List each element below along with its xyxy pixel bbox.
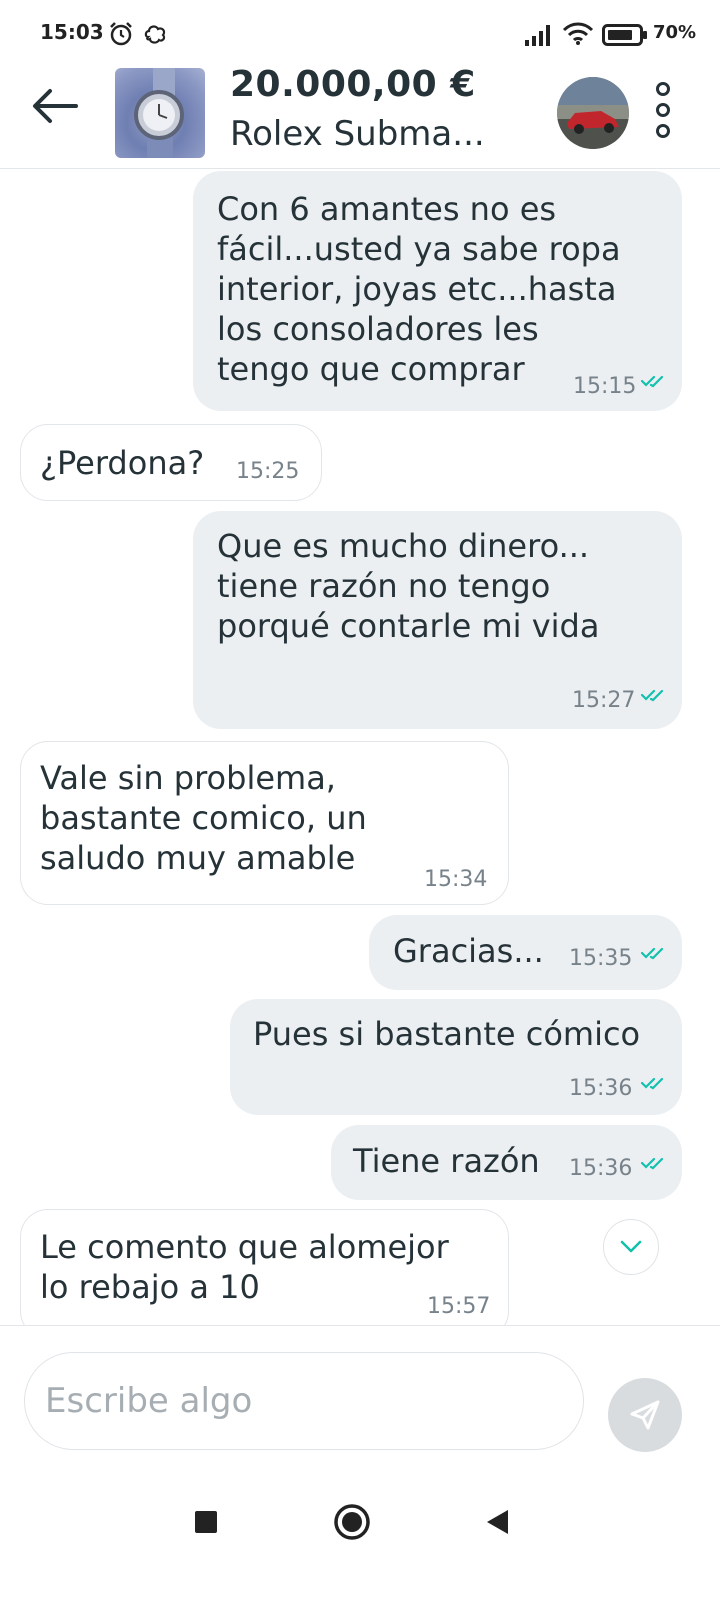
home-circle-icon[interactable] [333, 1503, 371, 1541]
message-text: Le comento que alomejor lo rebajo a 10 [40, 1228, 449, 1306]
message-text: Gracias... [393, 932, 544, 970]
sent-message[interactable]: Tiene razón 15:36 [331, 1125, 682, 1200]
back-triangle-icon[interactable] [484, 1508, 510, 1536]
scroll-to-bottom-button[interactable] [603, 1219, 659, 1275]
message-text: ¿Perdona? [40, 444, 205, 482]
status-time: 15:03 [40, 20, 104, 44]
alarm-clock-icon [110, 22, 132, 46]
message-time: 15:36 [569, 1156, 633, 1181]
message-list[interactable]: Con 6 amantes no es fácil...usted ya sab… [0, 169, 720, 1325]
more-vertical-icon[interactable] [650, 82, 676, 138]
battery-icon [602, 24, 647, 46]
message-time: 15:34 [424, 867, 488, 892]
composer [0, 1325, 720, 1476]
more-dot [656, 124, 670, 138]
chevron-down-icon [620, 1240, 642, 1253]
sent-message[interactable]: Gracias... 15:35 [369, 915, 682, 990]
sent-message[interactable]: Con 6 amantes no es fácil...usted ya sab… [193, 171, 682, 411]
message-time: 15:36 [569, 1076, 633, 1101]
sent-message[interactable]: Pues si bastante cómico 15:36 [230, 999, 682, 1115]
status-bar: 15:03 70% [0, 0, 720, 62]
message-input[interactable] [24, 1352, 584, 1450]
received-message[interactable]: Le comento que alomejor lo rebajo a 10 1… [20, 1209, 509, 1325]
avatar-car-image [557, 77, 629, 149]
battery-percentage: 70% [653, 22, 697, 43]
wifi-icon [562, 22, 594, 45]
user-avatar[interactable] [557, 77, 629, 149]
sent-message[interactable]: Que es mucho dinero... tiene razón no te… [193, 511, 682, 729]
message-time: 15:15 [573, 374, 637, 399]
received-message[interactable]: Vale sin problema, bastante comico, un s… [20, 741, 509, 905]
message-time: 15:25 [236, 459, 300, 484]
more-dot [656, 103, 670, 117]
message-text: Con 6 amantes no es fácil...usted ya sab… [217, 190, 621, 388]
watch-image [134, 68, 184, 158]
product-price: 20.000,00 € [230, 64, 476, 105]
message-time: 15:35 [569, 946, 633, 971]
message-time: 15:27 [572, 688, 636, 713]
chat-header: 20.000,00 € Rolex Subma... [0, 62, 720, 169]
double-check-icon [641, 375, 664, 388]
double-check-icon [641, 1157, 664, 1170]
message-text: Que es mucho dinero... tiene razón no te… [217, 527, 600, 645]
system-navigation-bar [0, 1475, 720, 1600]
received-message[interactable]: ¿Perdona? 15:25 [20, 424, 322, 501]
double-check-icon [641, 1077, 664, 1090]
message-text: Tiene razón [353, 1142, 540, 1180]
back-arrow-icon[interactable] [30, 86, 80, 126]
message-text: Vale sin problema, bastante comico, un s… [40, 759, 367, 877]
signal-icon [525, 25, 550, 46]
double-check-icon [641, 947, 664, 960]
send-button[interactable] [608, 1378, 682, 1452]
product-thumbnail[interactable] [115, 68, 205, 158]
more-dot [656, 82, 670, 96]
double-check-icon [641, 689, 664, 702]
message-text: Pues si bastante cómico [253, 1015, 641, 1053]
sync-icon [144, 25, 166, 44]
send-icon [630, 1400, 660, 1430]
message-time: 15:57 [427, 1294, 491, 1319]
recents-square-icon[interactable] [193, 1509, 219, 1535]
product-title[interactable]: Rolex Subma... [230, 114, 485, 154]
